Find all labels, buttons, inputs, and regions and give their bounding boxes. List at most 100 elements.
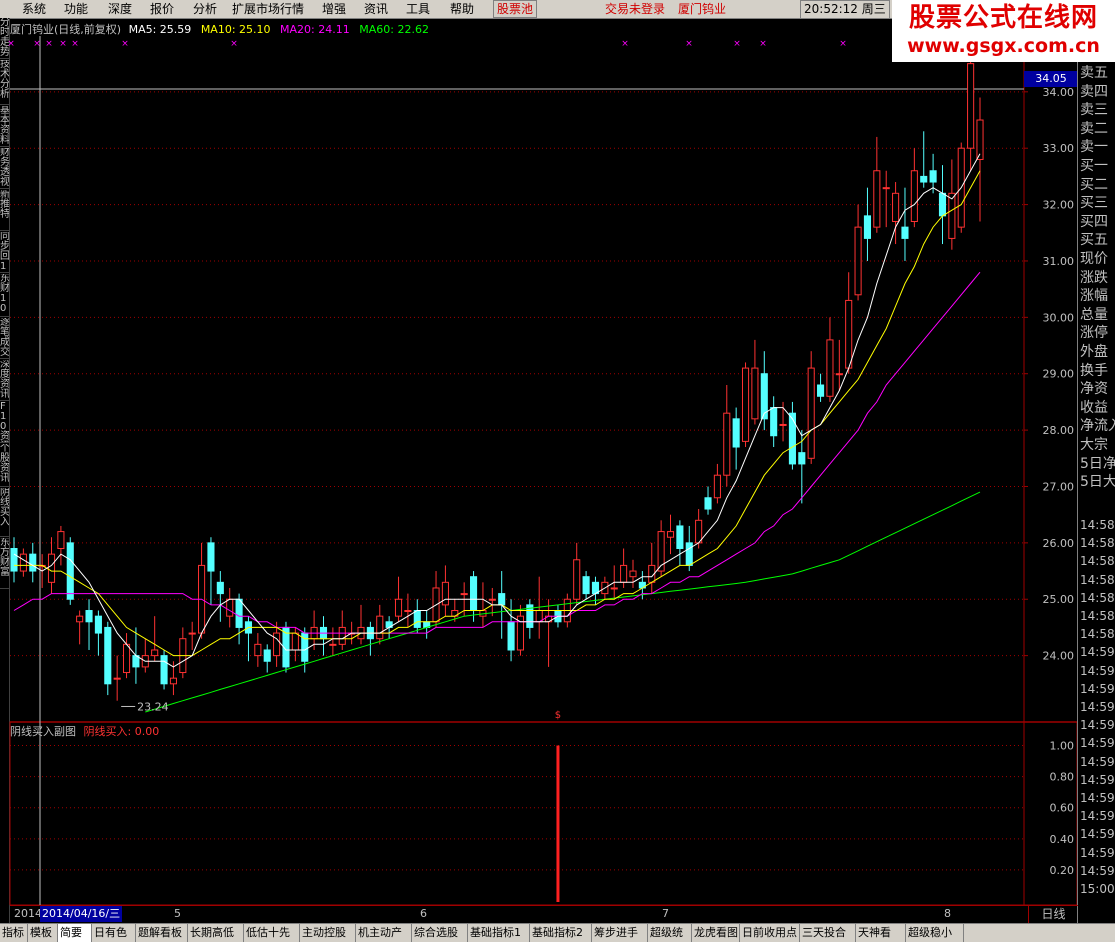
tick-time: 14:59 bbox=[1080, 772, 1115, 787]
candle-body-up bbox=[695, 519, 703, 544]
sub-tick-label: 1.00 bbox=[1050, 740, 1075, 753]
candle-body-up bbox=[254, 643, 262, 657]
quote-label: 5日大 bbox=[1080, 474, 1115, 491]
bottom-tab[interactable]: 超级稳小 bbox=[906, 924, 964, 942]
bottom-tab[interactable]: 超级统 bbox=[648, 924, 692, 942]
tick-time: 14:59 bbox=[1080, 700, 1115, 714]
bottom-tab[interactable]: 低估十先 bbox=[244, 924, 300, 942]
candle-body-down bbox=[507, 621, 515, 651]
bottom-tab[interactable]: 指标 bbox=[0, 924, 28, 942]
candle-body-up bbox=[226, 598, 234, 617]
tick-time: 14:58 bbox=[1080, 572, 1115, 587]
bottom-tab[interactable]: 题解看板 bbox=[136, 924, 188, 942]
sub-chart-title: 阴线买入副图 bbox=[10, 725, 76, 738]
candle-body-down bbox=[938, 192, 947, 217]
candle-body-down bbox=[470, 576, 478, 612]
bottom-tab[interactable]: 机主动产 bbox=[356, 924, 412, 942]
quote-label: 收益 bbox=[1080, 399, 1108, 416]
candle-body-up bbox=[488, 598, 496, 601]
quote-label: 涨跌 bbox=[1080, 269, 1108, 286]
candle-body-up bbox=[807, 367, 815, 459]
bottom-tab[interactable]: 基础指标1 bbox=[468, 924, 530, 942]
bottom-tab[interactable]: 长期高低 bbox=[188, 924, 244, 942]
tick-time: 14:59 bbox=[1080, 718, 1115, 733]
quote-label: 卖三 bbox=[1080, 102, 1108, 119]
bottom-tab[interactable]: 日前收用点 bbox=[740, 924, 800, 942]
quote-label: 换手 bbox=[1080, 362, 1108, 379]
sub-frame bbox=[9, 721, 1077, 905]
candle-body-up bbox=[741, 367, 750, 442]
bottom-tab[interactable]: 龙虎看图 bbox=[692, 924, 740, 942]
candle-body-up bbox=[666, 531, 675, 538]
ma5-label: MA5: 25.59 bbox=[128, 23, 192, 36]
price-tick-label: 34.00 bbox=[1043, 86, 1075, 99]
watermark-title: 股票公式在线网 bbox=[908, 3, 1098, 33]
price-tick-label: 25.00 bbox=[1043, 593, 1075, 606]
tick-time: 14:58 bbox=[1080, 536, 1115, 551]
price-tick-label: 29.00 bbox=[1043, 368, 1075, 381]
candle-body-up bbox=[122, 643, 131, 674]
sub-tick-label: 0.80 bbox=[1050, 771, 1075, 784]
candle-body-down bbox=[704, 497, 712, 510]
quote-label: 买五 bbox=[1080, 232, 1108, 249]
quote-label: 外盘 bbox=[1080, 344, 1108, 360]
event-marker: × bbox=[759, 39, 767, 49]
price-tick-label: 26.00 bbox=[1043, 537, 1075, 550]
period-selector[interactable]: 日线 bbox=[1028, 905, 1078, 923]
candle-body-up bbox=[948, 192, 956, 239]
tick-time: 14:59 bbox=[1080, 681, 1115, 696]
chart-title: 厦门钨业(日线,前复权) bbox=[10, 23, 122, 36]
quote-label: 大宗 bbox=[1080, 437, 1108, 453]
candle-body-down bbox=[582, 576, 590, 595]
sub-tick-label: 0.40 bbox=[1050, 833, 1075, 846]
ma10-label: MA10: 25.10 bbox=[200, 23, 271, 36]
candle-body-down bbox=[216, 581, 224, 595]
event-marker: × bbox=[685, 39, 693, 49]
tick-time: 15:00 bbox=[1080, 882, 1115, 896]
candle-body-down bbox=[29, 553, 37, 572]
candle-body-down bbox=[94, 615, 102, 634]
bottom-tab[interactable]: 三天投合 bbox=[800, 924, 856, 942]
tick-time: 14:59 bbox=[1080, 736, 1115, 751]
quote-label: 卖五 bbox=[1080, 65, 1108, 81]
bottom-tab[interactable]: 基础指标2 bbox=[530, 924, 592, 942]
quote-label: 买三 bbox=[1080, 195, 1108, 212]
candle-body-down bbox=[920, 175, 928, 183]
candle-body-down bbox=[863, 215, 872, 239]
tick-time: 14:58 bbox=[1080, 554, 1115, 569]
candle-body-down bbox=[685, 542, 693, 566]
candle-body-down bbox=[732, 418, 740, 448]
candle-body-up bbox=[516, 615, 524, 651]
candle-body-up bbox=[882, 187, 890, 190]
quote-label: 买一 bbox=[1080, 158, 1108, 174]
candle-body-up bbox=[826, 339, 834, 397]
candle-body-up bbox=[188, 632, 196, 635]
candle-body-up bbox=[873, 170, 881, 228]
candle-body-up bbox=[376, 615, 384, 640]
quote-label: 买二 bbox=[1080, 176, 1108, 193]
bottom-tab[interactable]: 主动控股 bbox=[300, 924, 356, 942]
bottom-tab[interactable]: 天神看 bbox=[856, 924, 906, 942]
candle-body-up bbox=[573, 559, 581, 600]
bottom-tab[interactable]: 筹步进手 bbox=[592, 924, 648, 942]
bottom-tab[interactable]: 综合选股 bbox=[412, 924, 468, 942]
tick-time: 14:59 bbox=[1080, 863, 1115, 878]
date-axis: 2014 2014/04/16/三 5 6 7 8 bbox=[10, 905, 1028, 923]
quote-label: 买四 bbox=[1080, 213, 1108, 230]
bottom-tab[interactable]: 模板 bbox=[28, 924, 58, 942]
bottom-tab[interactable]: 日有色 bbox=[92, 924, 136, 942]
quote-label: 卖四 bbox=[1080, 83, 1108, 100]
price-tick-label: 33.00 bbox=[1043, 142, 1075, 155]
sub-tick-label: 0.60 bbox=[1050, 802, 1075, 815]
kline-chart[interactable]: 34.00 33.00 32.00 31.00 30.00 29.00 28.00 27.00… bbox=[0, 0, 1077, 905]
month-label: 5 bbox=[174, 907, 181, 920]
candle-body-up bbox=[854, 226, 862, 296]
ma20-line bbox=[13, 271, 981, 634]
ma5-line bbox=[13, 153, 981, 668]
candle-body-up bbox=[394, 598, 403, 617]
bottom-tab[interactable]: 简要 bbox=[58, 924, 92, 942]
candle-body-up bbox=[151, 649, 159, 657]
candle-body-up bbox=[113, 677, 121, 680]
candle-body-up bbox=[610, 587, 618, 590]
candle-body-down bbox=[66, 542, 74, 600]
